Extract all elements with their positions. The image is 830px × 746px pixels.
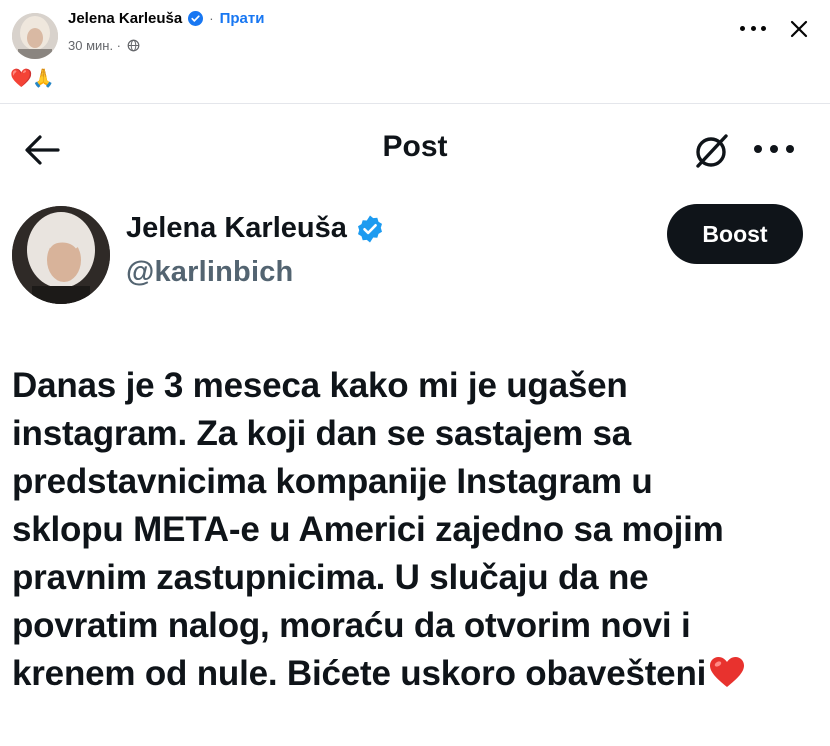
post-text-line: Danas je 3 meseca kako mi je ugašen (12, 366, 628, 405)
x-author-avatar[interactable] (12, 206, 110, 304)
post-timestamp[interactable]: 30 мин. · (68, 38, 121, 53)
divider (0, 103, 830, 104)
x-post-topbar: Post (0, 110, 830, 190)
post-text-last-line: krenem od nule. Bićete uskoro obavešteni (12, 650, 818, 698)
post-text-line: instagram. Za koji dan se sastajem sa (12, 414, 631, 453)
post-text-line: krenem od nule. Bićete uskoro obavešteni (12, 654, 707, 693)
facebook-post-header: Jelena Karleuša · Прати 30 мин. · ❤️🙏 (0, 0, 830, 104)
post-text: Danas je 3 meseca kako mi je ugašen inst… (12, 362, 818, 698)
boost-button[interactable]: Boost (667, 204, 803, 264)
post-text-line: pravnim zastupnicima. U slučaju da ne (12, 558, 649, 597)
more-dots-icon[interactable] (754, 143, 794, 155)
post-text-line: povratim nalog, moraću da otvorim novi i (12, 606, 691, 645)
post-text-line: predstavnicima kompanije Instagram u (12, 462, 653, 501)
grok-icon[interactable] (690, 130, 732, 172)
x-author-name[interactable]: Jelena Karleuša (126, 212, 347, 245)
facebook-author-name[interactable]: Jelena Karleuša (68, 10, 182, 27)
separator-dot: · (209, 11, 214, 26)
close-icon[interactable] (787, 17, 811, 41)
post-text-line: sklopu META-e u Americi zajedno sa mojim (12, 510, 724, 549)
post-caption: ❤️🙏 (10, 68, 55, 88)
x-author-handle[interactable]: @karlinbich (126, 256, 293, 289)
verified-badge-icon (188, 11, 204, 26)
red-heart-icon (710, 657, 745, 687)
follow-button[interactable]: Прати (220, 10, 265, 27)
globe-icon (127, 39, 140, 52)
verified-badge-icon (357, 215, 382, 242)
more-dots-icon[interactable] (740, 18, 766, 38)
facebook-author-avatar[interactable] (12, 13, 58, 59)
